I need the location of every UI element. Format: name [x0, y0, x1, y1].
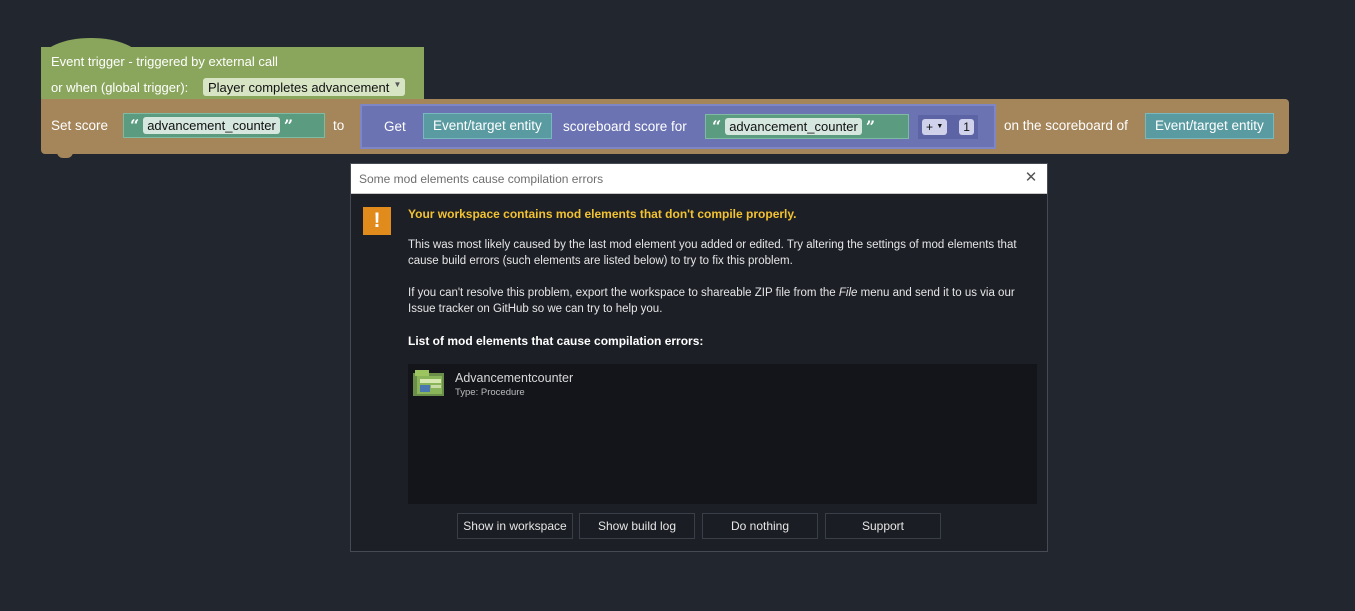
trigger-title: Event trigger - triggered by external ca… — [51, 54, 278, 69]
support-button[interactable]: Support — [825, 513, 941, 539]
show-build-log-button[interactable]: Show build log — [579, 513, 695, 539]
target-entity-block[interactable]: Event/target entity — [1145, 113, 1274, 139]
scoreboard-score-for-label: scoreboard score for — [563, 119, 687, 134]
list-item-name: Advancementcounter — [455, 371, 574, 385]
dialog-paragraph-1: This was most likely caused by the last … — [408, 239, 1017, 267]
text-block-objective[interactable]: “ advancement_counter ” — [123, 113, 325, 138]
error-list: Advancementcounter Type: Procedure — [408, 364, 1037, 504]
set-score-block[interactable]: Set score “ advancement_counter ” to Get… — [41, 99, 1289, 154]
do-nothing-button[interactable]: Do nothing — [702, 513, 818, 539]
close-icon[interactable]: ✕ — [1023, 170, 1039, 186]
close-quote-icon: ” — [283, 116, 294, 135]
event-trigger-block[interactable]: Event trigger - triggered by external ca… — [41, 47, 424, 102]
close-quote-icon: ” — [865, 117, 876, 136]
show-in-workspace-button[interactable]: Show in workspace — [457, 513, 573, 539]
global-trigger-value: Player completes advancement — [208, 80, 390, 95]
block-connector-notch — [57, 150, 73, 158]
open-quote-icon: “ — [712, 117, 722, 136]
exclamation-icon: ! — [363, 207, 391, 235]
procedure-icon — [413, 370, 444, 396]
set-score-label: Set score — [51, 118, 109, 133]
dialog-paragraph-2: If you can't resolve this problem, expor… — [408, 287, 1015, 315]
on-scoreboard-of-label: on the scoreboard of — [1004, 118, 1128, 133]
error-list-title: List of mod elements that cause compilat… — [408, 334, 704, 348]
get-scoreboard-score-block[interactable]: Get Event/target entity scoreboard score… — [360, 104, 996, 149]
compilation-errors-dialog: Some mod elements cause compilation erro… — [350, 163, 1048, 552]
text-block-inner-objective[interactable]: “ advancement_counter ” — [705, 114, 909, 139]
list-item-type: Type: Procedure — [455, 387, 525, 398]
number-field[interactable]: 1 — [959, 119, 974, 135]
global-trigger-dropdown[interactable]: Player completes advancement ▼ — [203, 78, 406, 96]
dialog-title: Some mod elements cause compilation erro… — [359, 172, 604, 186]
math-operation-block[interactable]: + ▼ 1 — [918, 115, 978, 139]
operator-dropdown[interactable]: + ▼ — [922, 119, 948, 135]
entity-block[interactable]: Event/target entity — [423, 113, 552, 139]
dialog-headline: Your workspace contains mod elements tha… — [408, 207, 797, 221]
get-label: Get — [384, 119, 406, 134]
chevron-down-icon: ▼ — [393, 80, 402, 89]
inner-objective-text-field[interactable]: advancement_counter — [725, 118, 862, 135]
dialog-titlebar: Some mod elements cause compilation erro… — [351, 164, 1047, 194]
list-item[interactable]: Advancementcounter Type: Procedure — [408, 364, 1037, 404]
global-trigger-label: or when (global trigger): — [51, 80, 189, 95]
objective-text-field[interactable]: advancement_counter — [143, 117, 280, 134]
to-label: to — [333, 118, 345, 133]
open-quote-icon: “ — [130, 116, 140, 135]
